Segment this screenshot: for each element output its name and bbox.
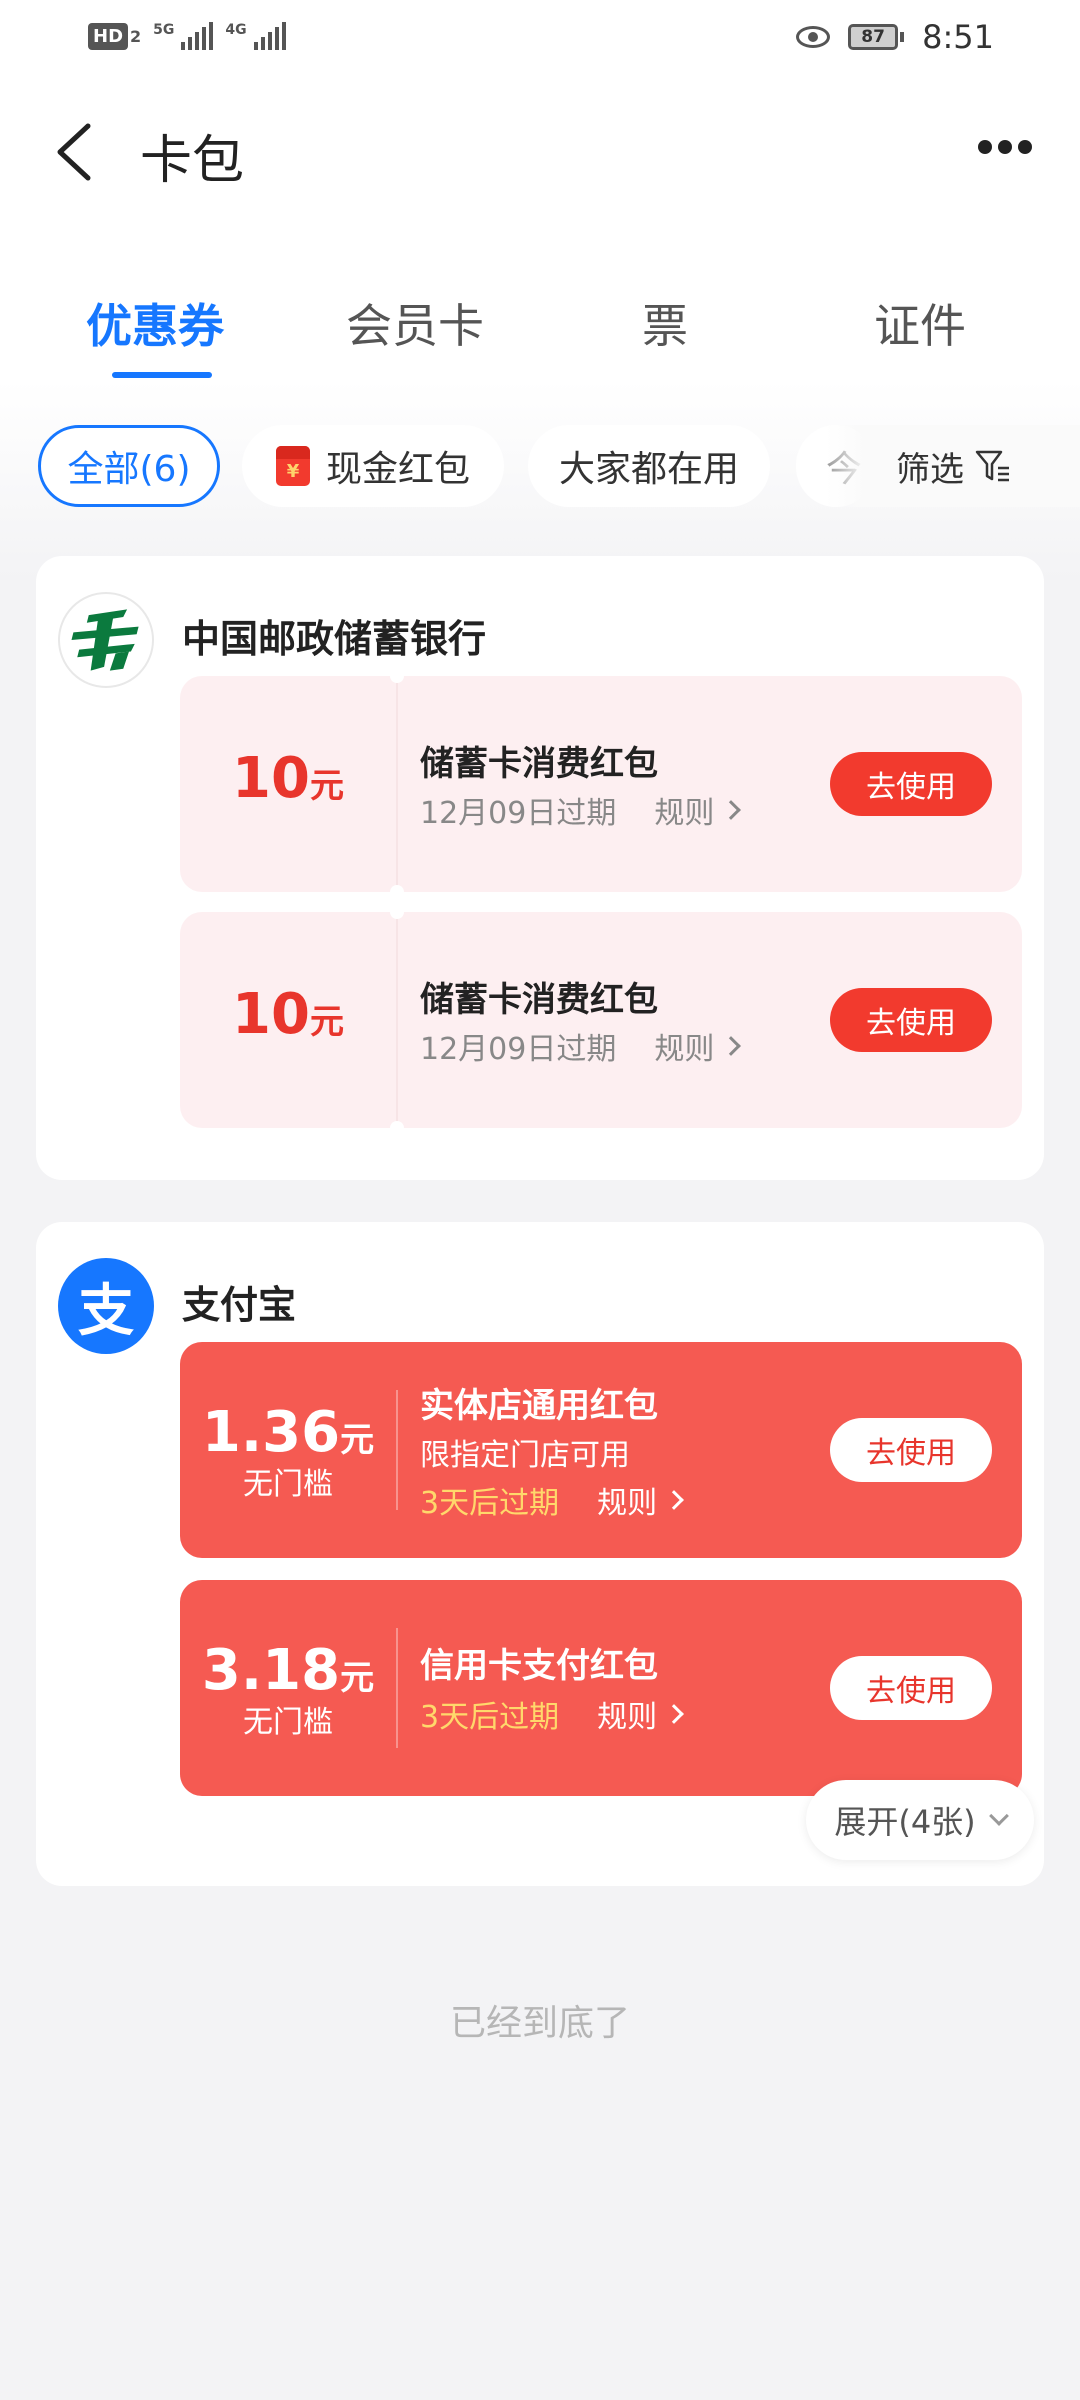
filter-label: 筛选 [896,449,964,490]
coupon-rule-link[interactable]: 规则 [654,1024,742,1068]
group-name-alipay: 支付宝 [182,1283,297,1327]
group-name-psbc: 中国邮政储蓄银行 [182,617,487,661]
network-5g-label: 5G [153,22,175,38]
coupon-meta: 3天后过期 规则 [420,1692,684,1736]
status-bar: HD 2 5G 4G 87 8:51 [0,0,1080,80]
coupon-card[interactable]: 3.18元 无门槛 信用卡支付红包 3天后过期 规则 去使用 [180,1580,1022,1796]
coupon-threshold: 无门槛 [243,1467,333,1502]
use-coupon-button[interactable]: 去使用 [830,1656,992,1720]
coupon-meta: 3天后过期 规则 [420,1478,684,1522]
tab-tickets[interactable]: 票 [642,290,688,356]
coupon-card[interactable]: 10元 储蓄卡消费红包 12月09日过期 规则 去使用 [180,905,1022,1135]
filter-chips: 全部(6) ¥ 现金红包 大家都在用 今 筛选 [0,425,1080,507]
use-coupon-button[interactable]: 去使用 [830,988,992,1052]
signal-4g-icon: 4G [225,22,286,50]
filter-button[interactable]: 筛选 [866,425,1080,507]
hd-badge: HD [88,22,129,50]
more-options-icon[interactable] [978,140,1032,154]
clock: 8:51 [922,18,994,56]
active-tab-indicator [112,372,212,378]
chip-fade [826,425,866,507]
network-4g-label: 4G [225,22,247,38]
expand-more-button[interactable]: 展开(4张) [806,1780,1034,1860]
battery-level: 87 [848,24,899,50]
end-of-list-text: 已经到底了 [449,2003,630,2044]
coupon-card[interactable]: 10元 储蓄卡消费红包 12月09日过期 规则 去使用 [180,669,1022,899]
alipay-logo: 支 [58,1258,154,1354]
coupon-title: 储蓄卡消费红包 [420,744,658,784]
chevron-right-icon [664,1704,684,1724]
coupon-title: 储蓄卡消费红包 [420,980,658,1020]
coupon-expiry: 3天后过期 [420,1486,560,1521]
postal-savings-bank-logo [58,592,154,688]
red-packet-glyph: ¥ [286,461,300,482]
tab-documents[interactable]: 证件 [874,290,966,356]
coupon-rule-link[interactable]: 规则 [597,1478,684,1522]
hd-sub-label: 2 [130,26,142,46]
use-coupon-button[interactable]: 去使用 [830,1418,992,1482]
funnel-icon [975,450,1009,482]
coupon-threshold: 无门槛 [243,1705,333,1740]
coupon-desc: 限指定门店可用 [420,1438,630,1473]
chevron-down-icon [988,1806,1009,1826]
coupon-rule-link[interactable]: 规则 [654,788,742,832]
coupon-title: 信用卡支付红包 [420,1646,658,1686]
coupon-group-psbc: 中国邮政储蓄银行 10元 储蓄卡消费红包 12月09日过期 规则 去使用 10元… [36,556,1044,1180]
coupon-rule-link[interactable]: 规则 [597,1692,684,1736]
chip-all[interactable]: 全部(6) [38,425,220,507]
tab-membership-cards[interactable]: 会员卡 [346,290,484,356]
back-arrow-icon[interactable] [52,122,102,182]
chevron-right-icon [721,800,742,820]
app-header: 卡包 [0,100,1080,200]
use-coupon-button[interactable]: 去使用 [830,752,992,816]
coupon-expiry: 3天后过期 [420,1700,560,1735]
chevron-right-icon [721,1036,742,1056]
coupon-expiry: 12月09日过期 [420,1032,617,1067]
coupon-meta: 12月09日过期 规则 [420,1024,742,1068]
tab-bar: 优惠券 会员卡 票 证件 [0,280,1080,390]
coupon-amount: 1.36元 无门槛 [180,1400,396,1503]
tab-coupons[interactable]: 优惠券 [86,290,224,356]
coupon-amount: 10元 [232,982,344,1047]
chip-cash-red-packet[interactable]: ¥ 现金红包 [242,425,504,507]
coupon-title: 实体店通用红包 [420,1386,658,1426]
eye-comfort-icon [796,26,831,48]
chip-popular[interactable]: 大家都在用 [528,425,770,507]
red-packet-icon: ¥ [275,446,310,486]
coupon-amount: 3.18元 无门槛 [180,1638,396,1741]
expand-label: 展开(4张) [834,1803,976,1841]
coupon-expiry: 12月09日过期 [420,796,617,831]
chevron-right-icon [664,1490,684,1510]
battery-icon: 87 [848,24,905,50]
alipay-logo-glyph: 支 [78,1278,134,1344]
coupon-card[interactable]: 1.36元 无门槛 实体店通用红包 限指定门店可用 3天后过期 规则 去使用 [180,1342,1022,1558]
signal-5g-icon: 5G [153,22,214,50]
coupon-amount: 10元 [232,746,344,811]
page-title: 卡包 [140,131,245,191]
coupon-meta: 12月09日过期 规则 [420,788,742,832]
chip-label: 现金红包 [325,449,470,490]
